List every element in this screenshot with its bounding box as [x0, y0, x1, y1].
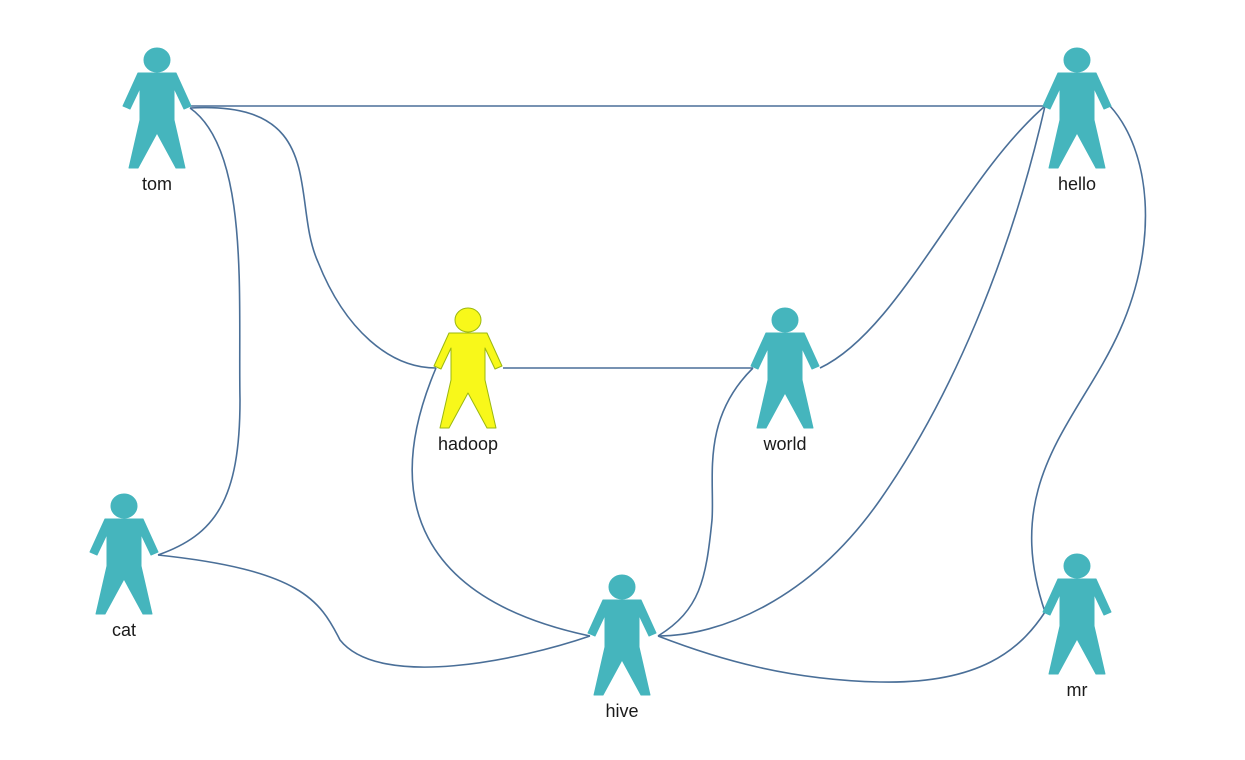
edge-hadoop-hive	[411, 367, 591, 637]
graph-canvas: tom hello hadoop world cat hive mr	[89, 47, 1147, 721]
node-label: mr	[1067, 680, 1088, 700]
node-label: hello	[1058, 174, 1096, 194]
node-cat[interactable]: cat	[89, 493, 159, 640]
node-label: hive	[605, 701, 638, 721]
node-hello[interactable]: hello	[1042, 47, 1112, 194]
node-label: tom	[142, 174, 172, 194]
node-world[interactable]: world	[750, 307, 820, 454]
person-icon	[587, 574, 657, 696]
node-hive[interactable]: hive	[587, 574, 657, 721]
edge-hello-hive	[657, 105, 1046, 637]
person-icon	[1042, 553, 1112, 675]
node-label: hadoop	[438, 434, 498, 454]
person-icon	[122, 47, 192, 169]
person-icon	[1042, 47, 1112, 169]
node-label: world	[762, 434, 806, 454]
person-icon	[750, 307, 820, 429]
person-icon	[433, 307, 503, 429]
edge-world-hello	[819, 105, 1046, 369]
edge-hive-mr	[657, 611, 1046, 683]
person-icon	[89, 493, 159, 615]
node-label: cat	[112, 620, 136, 640]
node-hadoop[interactable]: hadoop	[433, 307, 503, 454]
edges-layer	[157, 105, 1147, 683]
edge-world-hive	[657, 367, 754, 637]
nodes-layer: tom hello hadoop world cat hive mr	[89, 47, 1112, 721]
node-mr[interactable]: mr	[1042, 553, 1112, 700]
node-tom[interactable]: tom	[122, 47, 192, 194]
edge-tom-hadoop	[189, 106, 437, 369]
edge-cat-hive	[157, 554, 591, 668]
